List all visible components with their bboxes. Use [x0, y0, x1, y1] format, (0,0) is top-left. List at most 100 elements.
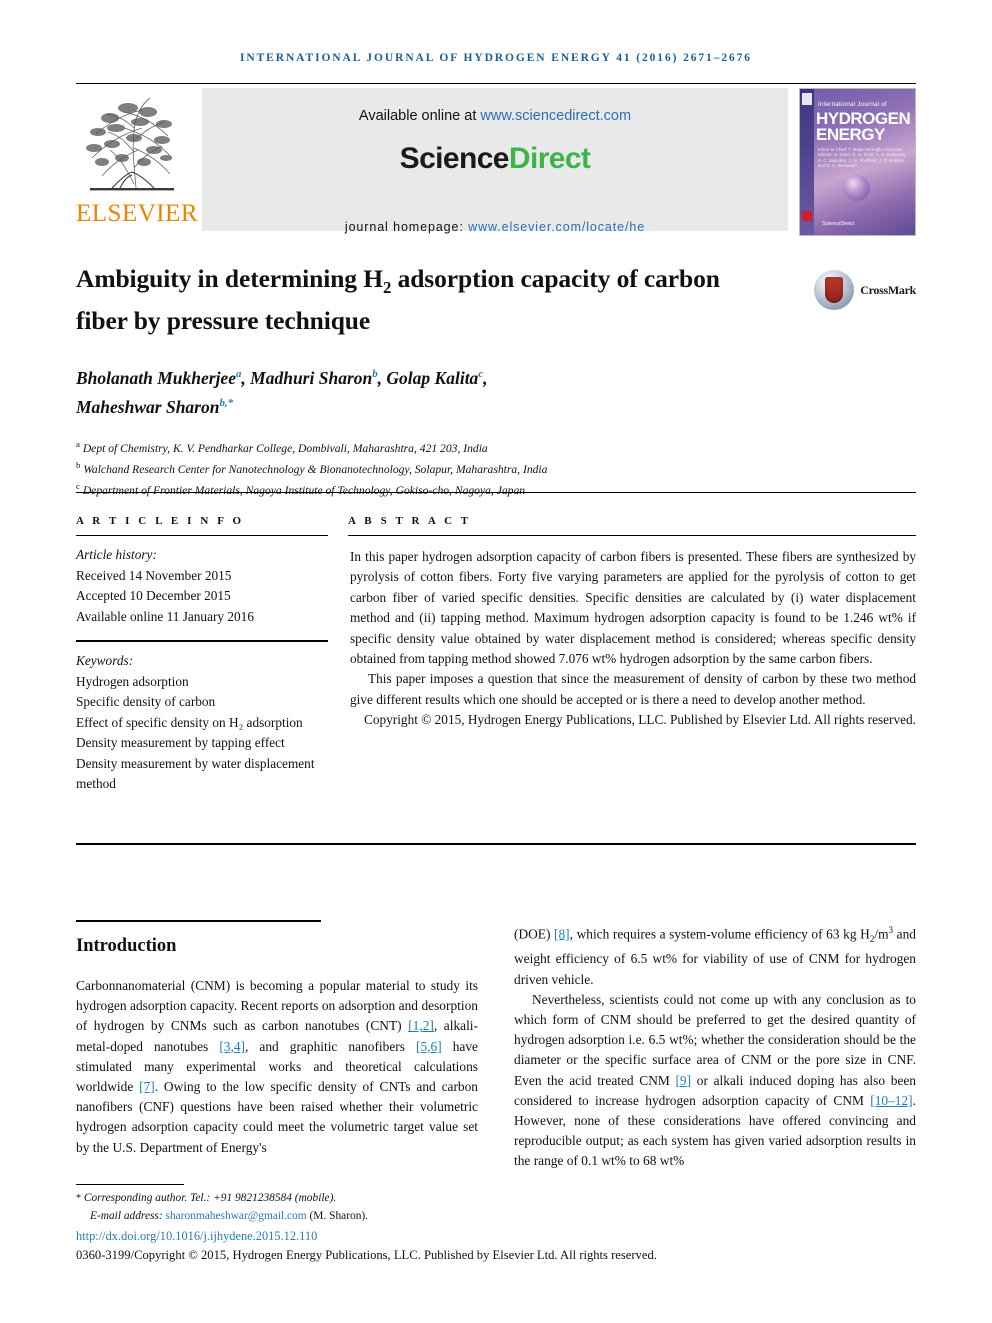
crossmark-badge-group[interactable]: CrossMark	[814, 270, 916, 310]
journal-cover-image: International Journal of HYDROGEN ENERGY…	[799, 88, 916, 236]
intro-text-seg: /m	[874, 926, 889, 942]
intro-text-seg: , and graphitic nanofibers	[245, 1038, 416, 1054]
article-history-item: Available online 11 January 2016	[76, 608, 254, 624]
keywords-label: Keywords:	[76, 653, 134, 668]
author-list: Bholanath Mukherjeea, Madhuri Sharonb, G…	[76, 362, 776, 420]
elsevier-tree-icon	[76, 88, 188, 200]
citation-ref[interactable]: [7]	[139, 1079, 155, 1094]
cover-sciencedirect-mark: ScienceDirect	[822, 221, 855, 227]
sciencedirect-panel: Available online at www.sciencedirect.co…	[202, 88, 788, 234]
citation-ref[interactable]: [8]	[554, 926, 570, 941]
sciencedirect-logo-part1: Science	[399, 142, 510, 175]
sciencedirect-link[interactable]: www.sciencedirect.com	[480, 108, 631, 124]
author-separator: ,	[483, 367, 488, 388]
affiliation-list: a Dept of Chemistry, K. V. Pendharkar Co…	[76, 436, 916, 500]
article-info-heading: A R T I C L E I N F O	[76, 515, 245, 527]
crossmark-label: CrossMark	[860, 282, 916, 297]
sciencedirect-logo: ScienceDirect	[202, 142, 788, 176]
issn-copyright-line: 0360-3199/Copyright © 2015, Hydrogen Ene…	[76, 1248, 657, 1262]
abstract-paragraph: This paper imposes a question that since…	[350, 671, 916, 707]
author-name: Golap Kalita	[386, 367, 479, 388]
journal-homepage-label: journal homepage:	[344, 220, 469, 234]
affiliation-mark: a	[76, 438, 80, 449]
introduction-paragraph-right: (DOE) [8], which requires a system-volum…	[514, 920, 916, 1172]
body-left-column: Introduction Carbonnanomaterial (CNM) is…	[76, 920, 478, 1172]
journal-homepage-line: journal homepage: www.elsevier.com/locat…	[202, 220, 788, 234]
elsevier-wordmark: ELSEVIER	[76, 200, 199, 227]
crossmark-icon	[814, 270, 855, 310]
citation-ref[interactable]: [10–12]	[870, 1093, 912, 1108]
abstract-copyright: Copyright © 2015, Hydrogen Energy Public…	[363, 712, 916, 728]
title-section-rule	[76, 492, 916, 493]
section-title-introduction: Introduction	[76, 936, 177, 956]
abstract-column: A B S T R A C T In this paper hydrogen a…	[348, 515, 916, 795]
affiliation-text: Dept of Chemistry, K. V. Pendharkar Coll…	[82, 441, 488, 455]
page-title: Ambiguity in determining H2 adsorption c…	[76, 262, 776, 337]
journal-header-band: ELSEVIER Available online at www.science…	[76, 88, 916, 236]
keywords-block: Keywords: Hydrogen adsorption Specific d…	[76, 642, 348, 795]
author-name: Maheshwar Sharon	[76, 396, 220, 417]
email-link[interactable]: sharonmaheshwar@gmail.com	[166, 1210, 307, 1222]
running-head: INTERNATIONAL JOURNAL OF HYDROGEN ENERGY…	[240, 52, 752, 64]
title-part1: Ambiguity in determining H	[76, 264, 383, 293]
cover-ihe-mark-icon	[802, 211, 812, 221]
affiliation-item: c Department of Frontier Materials, Nago…	[76, 478, 916, 499]
body-right-column: (DOE) [8], which requires a system-volum…	[514, 920, 916, 1172]
citation-ref[interactable]: [3,4]	[219, 1039, 245, 1054]
cover-subtitle: International Journal of	[818, 101, 887, 108]
affiliation-text: Department of Frontier Materials, Nagoya…	[82, 484, 526, 498]
footnote-rule	[76, 1184, 184, 1185]
cover-orb-graphic	[844, 175, 870, 201]
header-top-rule	[76, 83, 916, 84]
introduction-top-rule	[76, 920, 321, 922]
article-info-column: A R T I C L E I N F O Article history: R…	[76, 515, 348, 795]
cover-editors: Editor-in-Chief: T. Nejat Veziroğlu Asso…	[818, 147, 907, 169]
paper-page: INTERNATIONAL JOURNAL OF HYDROGEN ENERGY…	[0, 0, 992, 1323]
affiliation-mark: b	[76, 460, 81, 471]
cover-elsevier-mark-icon	[802, 93, 812, 105]
sciencedirect-logo-part2: Direct	[508, 142, 591, 175]
keyword-item: Density measurement by water displacemen…	[76, 755, 315, 792]
affiliation-text: Walchand Research Center for Nanotechnol…	[83, 462, 548, 476]
introduction-paragraph-left: Carbonnanomaterial (CNM) is becoming a p…	[76, 976, 478, 1158]
doi-line[interactable]: http://dx.doi.org/10.1016/j.ijhydene.201…	[76, 1229, 317, 1244]
available-online-line: Available online at www.sciencedirect.co…	[202, 88, 788, 124]
affiliation-item: b Walchand Research Center for Nanotechn…	[76, 457, 916, 478]
keyword-item: Effect of specific density on H₂ adsorpt…	[76, 714, 303, 730]
elsevier-logo: ELSEVIER	[76, 88, 199, 236]
available-online-text: Available online at	[358, 108, 481, 124]
keyword-item: Specific density of carbon	[76, 694, 216, 709]
affiliation-mark: c	[76, 481, 80, 492]
intro-text-seg: (DOE)	[514, 926, 555, 942]
abstract-paragraph: In this paper hydrogen adsorption capaci…	[350, 549, 916, 667]
author-name: Madhuri Sharon	[250, 367, 373, 388]
author-separator: ,	[241, 367, 251, 388]
citation-ref[interactable]: [5,6]	[416, 1039, 442, 1054]
title-block: Ambiguity in determining H2 adsorption c…	[76, 262, 916, 500]
keyword-item: Density measurement by tapping effect	[76, 735, 285, 750]
keyword-item: Hydrogen adsorption	[76, 673, 189, 689]
cover-title-line2: ENERGY	[816, 125, 885, 144]
email-label: E-mail address:	[90, 1209, 166, 1222]
journal-homepage-link[interactable]: www.elsevier.com/locate/he	[468, 220, 645, 234]
article-history-label: Article history:	[76, 547, 157, 562]
info-abstract-section: A R T I C L E I N F O Article history: R…	[76, 515, 916, 795]
citation-ref[interactable]: [9]	[675, 1073, 691, 1088]
article-history-item: Received 14 November 2015	[76, 567, 232, 583]
body-section: Introduction Carbonnanomaterial (CNM) is…	[76, 920, 916, 1172]
doi-link[interactable]: http://dx.doi.org/10.1016/j.ijhydene.201…	[76, 1229, 317, 1243]
intro-text-seg: , which requires a system-volume efficie…	[569, 926, 870, 942]
corresponding-author-text: Corresponding author. Tel.: +91 98212385…	[81, 1192, 337, 1204]
author-affil-mark: b,*	[219, 396, 234, 409]
footnote-block: * Corresponding author. Tel.: +91 982123…	[76, 1190, 516, 1224]
citation-ref[interactable]: [1,2]	[408, 1018, 434, 1033]
article-history-block: Article history: Received 14 November 20…	[76, 536, 348, 627]
abstract-body: In this paper hydrogen adsorption capaci…	[348, 536, 916, 731]
email-note: E-mail address: sharonmaheshwar@gmail.co…	[76, 1208, 516, 1225]
author-name: Bholanath Mukherjee	[76, 367, 236, 388]
cover-title: HYDROGEN ENERGY	[816, 110, 912, 144]
affiliation-item: a Dept of Chemistry, K. V. Pendharkar Co…	[76, 436, 916, 457]
abstract-heading: A B S T R A C T	[348, 515, 472, 527]
abstract-bottom-rule	[76, 843, 916, 845]
article-history-item: Accepted 10 December 2015	[76, 588, 231, 603]
